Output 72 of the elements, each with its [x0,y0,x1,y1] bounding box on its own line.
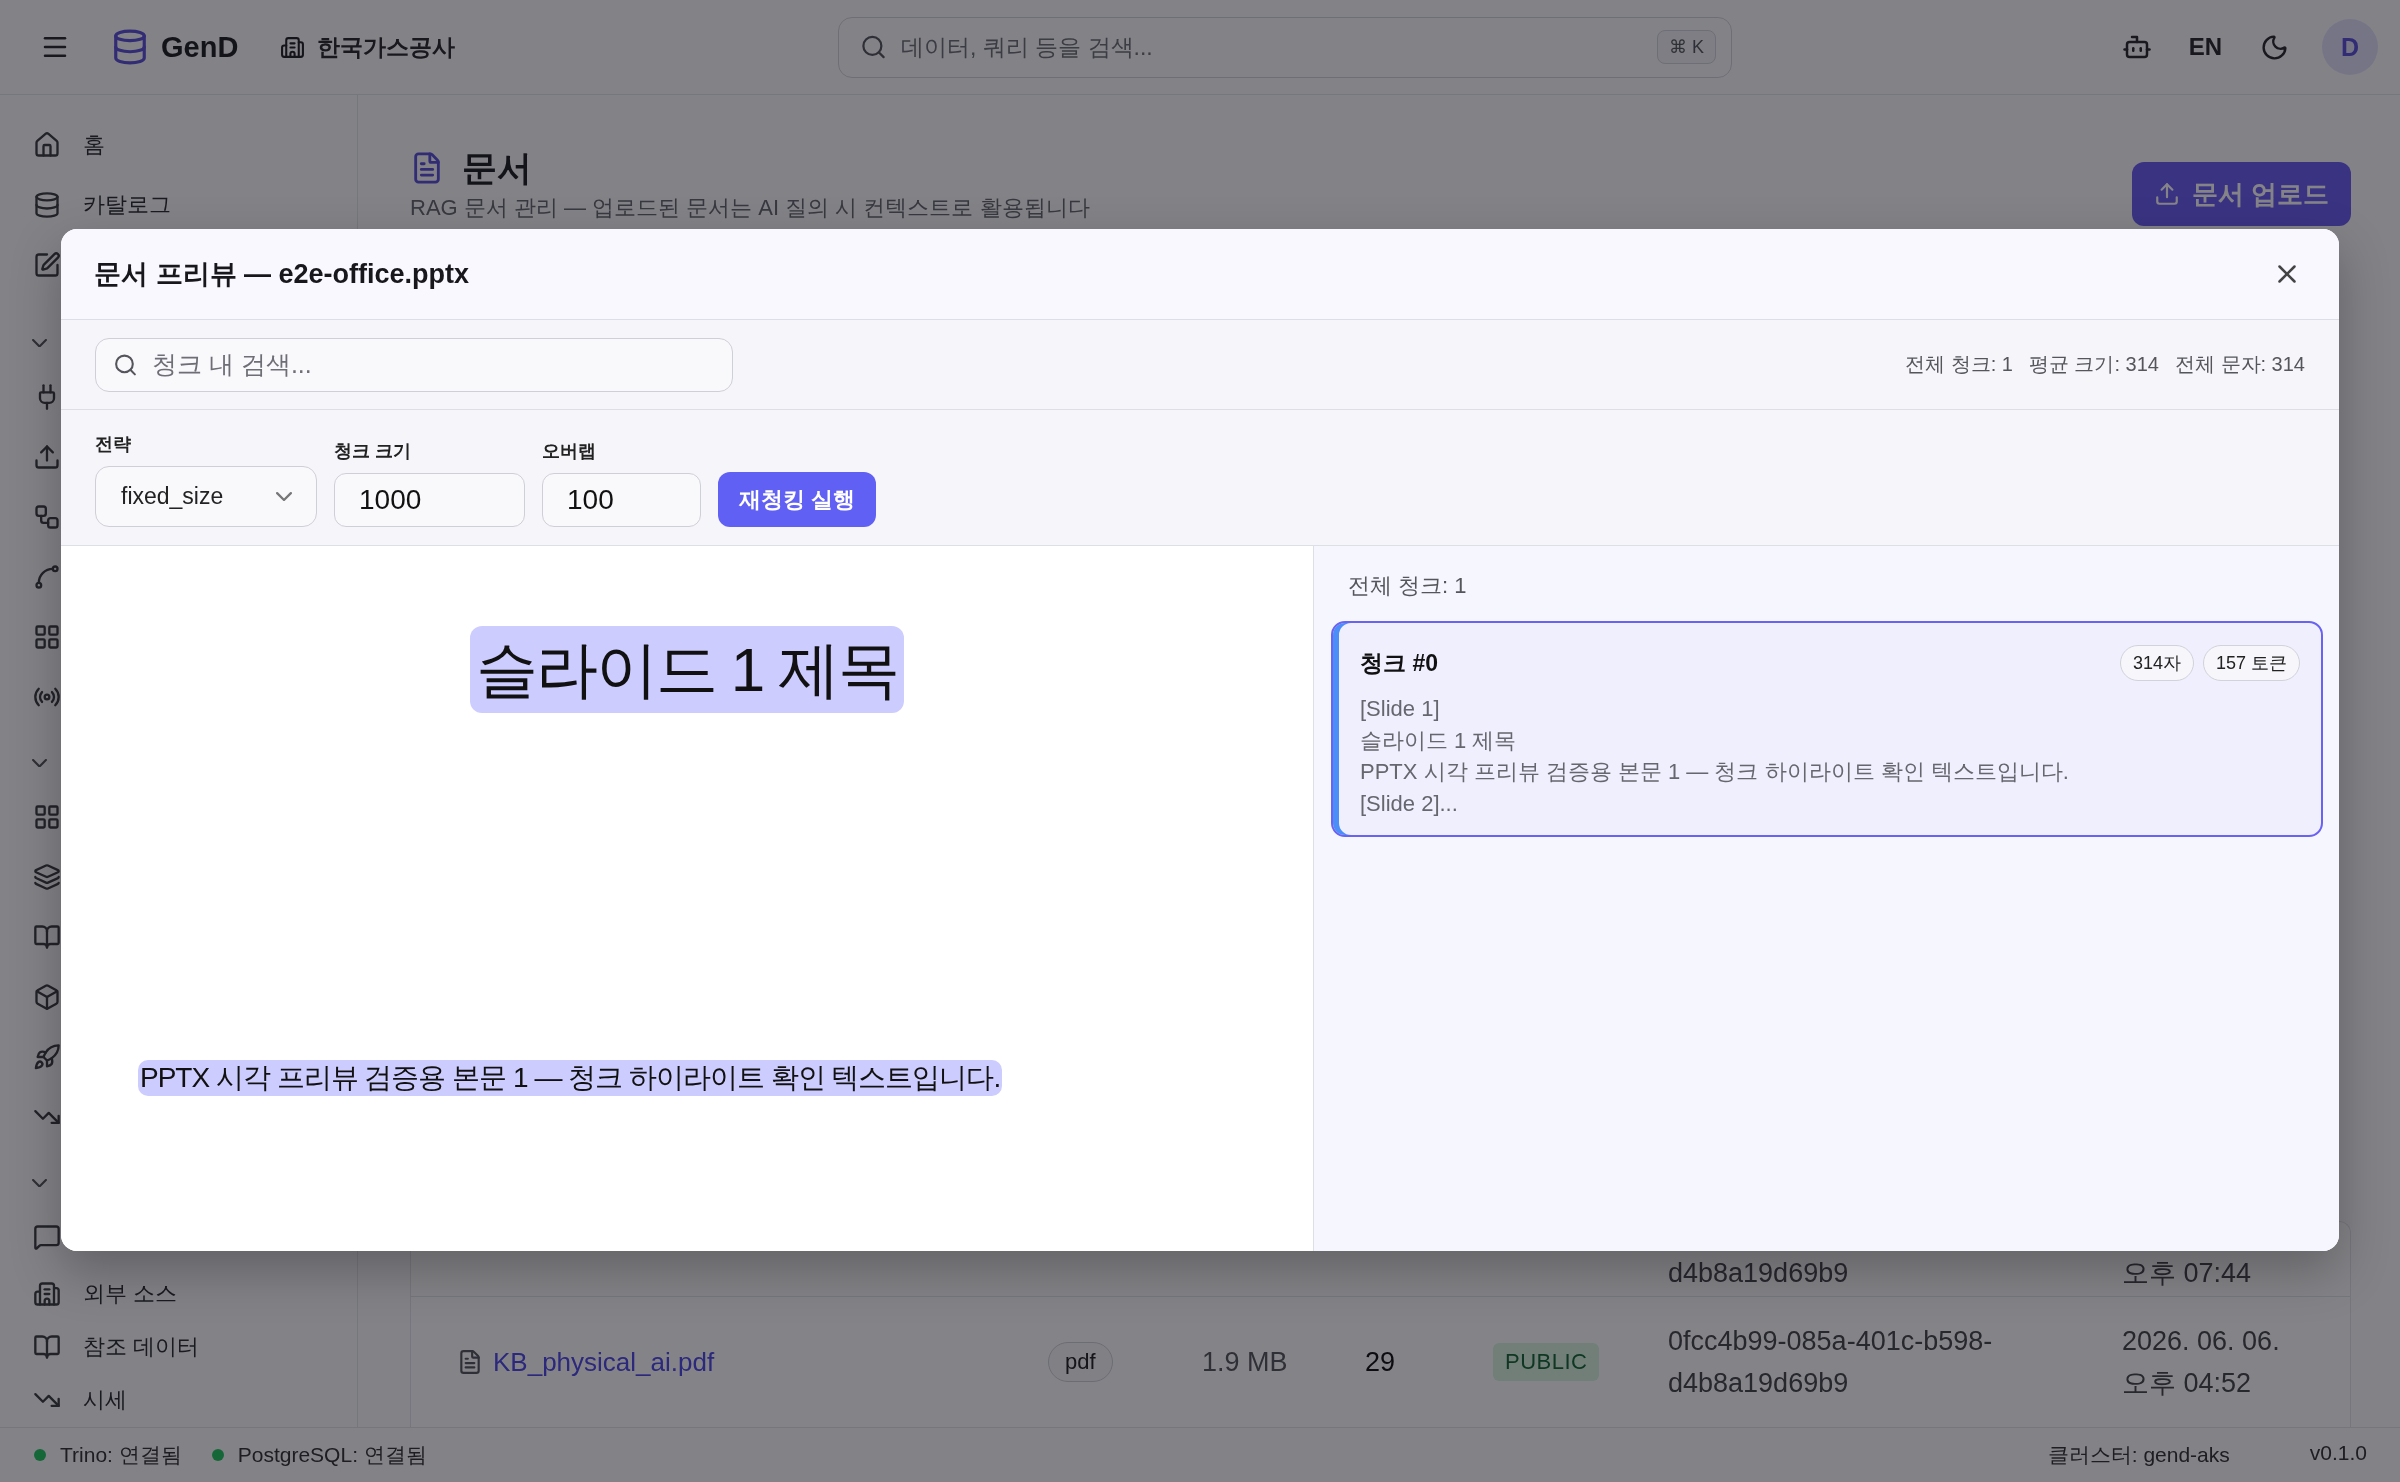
chunk-title: 청크 #0 [1360,648,1438,678]
table-cell-text: d4b8a19d69b9 [1668,1257,1849,1290]
upload-icon[interactable] [33,443,61,471]
chevron-down-icon[interactable] [32,1178,47,1188]
overlap-input[interactable]: 100 [542,473,701,527]
chevron-down-icon [276,491,292,502]
table-cell-text: 2026. 06. 06. 오후 04:52 [2122,1325,2281,1400]
open-book-icon [33,1332,61,1361]
search-icon [113,352,138,377]
table-cell-text: 오후 07:44 [2122,1257,2252,1290]
stat-text: 전체 문자: 314 [2174,352,2305,377]
chunk-card[interactable]: 청크 #0 314자 157 토큰 [Slide 1] 슬라이드 1 제목 PPTX 시각 프리뷰 검증용 본문 1 — 청크 하이라이트 확인 텍스트입니다. [Slide 2]... [1331,621,2323,837]
shortcut-key: ⌘ K [1657,30,1716,64]
cube-icon[interactable] [33,983,61,1011]
database-icon [111,28,149,66]
upload-icon [2153,181,2180,207]
slide-body-text: PPTX 시각 프리뷰 검증용 본문 1 — 청크 하이라이트 확인 텍스트입니다. [138,1060,1003,1096]
strategy-select[interactable]: fixed_size [95,466,317,527]
curve-nodes-icon[interactable] [33,563,61,591]
table-cell-text: 1.9 MB [1202,1346,1288,1379]
upload-button[interactable]: 문서 업로드 [2131,162,2351,226]
pencil-square-icon[interactable] [33,251,61,279]
field-label: 전략 [95,433,131,456]
grid-icon[interactable] [33,623,61,651]
chevron-down-icon[interactable] [32,338,47,348]
chunk-count: 전체 청크: 1 [1348,574,1467,598]
rechunk-button[interactable]: 재청킹 실행 [718,472,876,527]
chunk-badge: 157 토큰 [2202,645,2300,681]
grid-icon[interactable] [33,803,61,831]
open-book-icon[interactable] [33,923,61,951]
file-type-badge: pdf [1048,1342,1113,1382]
connection-status: Trino: 연결됨 [60,1442,182,1468]
slide-title: 슬라이드 1 제목 [469,626,905,713]
dialog-title: 문서 프리뷰 — e2e-office.pptx [94,258,470,291]
database-icon [33,191,61,219]
visibility-badge: PUBLIC [1493,1343,1600,1381]
field-label: 청크 크기 [334,440,411,463]
avatar-button[interactable]: D [2322,19,2378,75]
sidebar-item[interactable]: 참조 데이터 [0,1320,357,1373]
language-button[interactable]: EN [2184,29,2226,65]
building-icon [280,34,306,60]
workflow-icon[interactable] [33,503,61,531]
sidebar-item[interactable]: 홈 [0,115,357,175]
document-link[interactable]: KB_physical_ai.pdf [493,1346,715,1378]
layers-icon[interactable] [33,863,61,891]
field-label: 오버랩 [542,440,596,463]
chunk-content: [Slide 1] 슬라이드 1 제목 PPTX 시각 프리뷰 검증용 본문 1 — 청크 하이라이트 확인 텍스트입니다. [Slide 2]... [1360,695,2070,818]
rocket-icon[interactable] [33,1043,61,1071]
app-version: v0.1.0 [2309,1441,2367,1466]
sidebar-item[interactable]: 외부 소스 [0,1267,357,1320]
page-title: 문서 [462,146,532,189]
search-icon [860,33,887,61]
connection-status: PostgreSQL: 연결됨 [237,1442,427,1468]
organization-name: 한국가스공사 [317,32,456,62]
page-subtitle: RAG 문서 관리 — 업로드된 문서는 AI 질의 시 컨텍스트로 활용됩니다 [410,194,1090,222]
chunk-size-input[interactable]: 1000 [334,473,525,527]
moon-icon [2259,32,2289,62]
brand-name: GenD [161,30,239,64]
stat-text: 전체 청크: 1 [1905,352,2013,377]
stat-text: 평균 크기: 314 [2028,352,2159,377]
cluster-name: 클러스터: gend-aks [2047,1442,2230,1468]
chunk-search-field[interactable]: 청크 내 검색... [95,337,733,392]
home-icon [33,131,61,159]
chevron-down-icon[interactable] [32,758,47,768]
sidebar-item[interactable]: 시세 [0,1373,357,1426]
chat-bubble-icon[interactable] [33,1223,61,1251]
table-cell-text: 0fcc4b99-085a-401c-b598-d4b8a19d69b9 [1668,1325,1994,1400]
building-icon [33,1279,61,1308]
document-icon [457,1349,483,1375]
chunk-badge: 314자 [2119,645,2194,681]
table-cell-text: 29 [1365,1346,1396,1379]
sidebar-item[interactable]: 카탈로그 [0,175,357,235]
